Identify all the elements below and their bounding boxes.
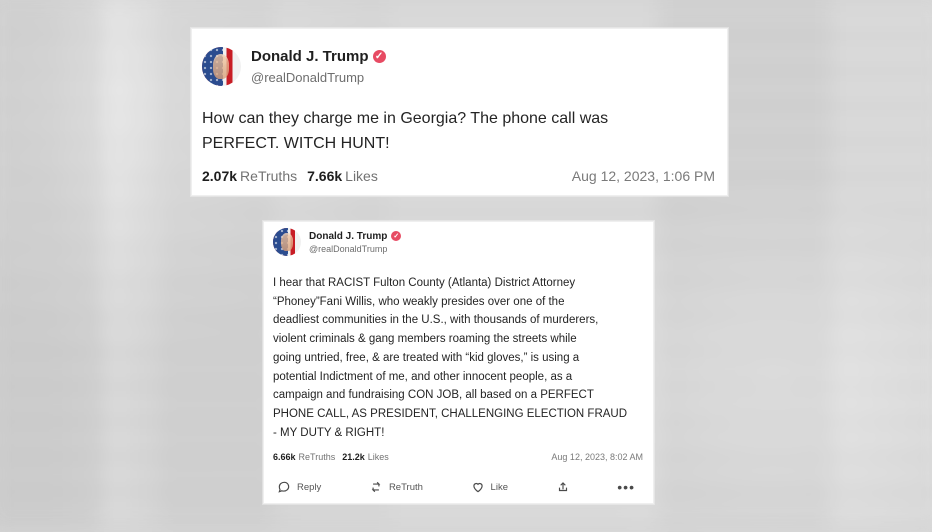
avatar[interactable] — [273, 228, 301, 256]
post-text: I hear that RACIST Fulton County (Atlant… — [273, 277, 628, 439]
post-header: Donald J. Trump ✓ @realDonaldTrump — [202, 47, 715, 86]
reply-label: Reply — [297, 481, 322, 493]
author-name-line: Donald J. Trump ✓ — [251, 48, 386, 65]
post-timestamp[interactable]: Aug 12, 2023, 8:02 AM — [551, 452, 643, 462]
retruths-label: ReTruths — [298, 452, 336, 463]
retruths-stat[interactable]: 2.07k ReTruths — [202, 168, 297, 184]
share-button[interactable] — [556, 480, 570, 494]
author-handle[interactable]: @realDonaldTrump — [251, 70, 386, 85]
retruth-button[interactable]: ReTruth — [369, 480, 423, 494]
post-stats: 2.07k ReTruths 7.66k Likes — [202, 168, 378, 184]
author-name[interactable]: Donald J. Trump — [251, 48, 369, 65]
retruths-count: 6.66k — [273, 452, 296, 463]
retruths-label: ReTruths — [240, 168, 298, 184]
like-button[interactable]: Like — [471, 480, 508, 494]
retruth-label: ReTruth — [388, 481, 423, 493]
post-card-bottom: Donald J. Trump ✓ @realDonaldTrump I hea… — [263, 221, 654, 504]
post-meta-row: 2.07k ReTruths 7.66k Likes Aug 12, 2023,… — [202, 168, 715, 184]
post-timestamp[interactable]: Aug 12, 2023, 1:06 PM — [572, 168, 715, 184]
likes-count: 21.2k — [342, 452, 365, 463]
more-horizontal-icon: ••• — [617, 479, 635, 496]
likes-label: Likes — [345, 168, 378, 184]
author-block: Donald J. Trump ✓ @realDonaldTrump — [251, 48, 386, 85]
post-meta-row: 6.66k ReTruths 21.2k Likes Aug 12, 2023,… — [273, 452, 643, 462]
speech-bubble-icon — [277, 480, 291, 494]
likes-stat[interactable]: 21.2k Likes — [342, 452, 389, 462]
author-name[interactable]: Donald J. Trump — [309, 231, 387, 242]
share-icon — [556, 480, 570, 494]
post-header: Donald J. Trump ✓ @realDonaldTrump — [273, 228, 643, 256]
likes-count: 7.66k — [307, 168, 343, 184]
author-name-line: Donald J. Trump ✓ — [309, 231, 402, 242]
post-text: How can they charge me in Georgia? The p… — [202, 110, 609, 152]
verified-icon: ✓ — [372, 50, 386, 63]
repost-icon — [369, 480, 383, 494]
post-stats: 6.66k ReTruths 21.2k Likes — [273, 452, 389, 462]
retruths-count: 2.07k — [202, 168, 238, 184]
retruths-stat[interactable]: 6.66k ReTruths — [273, 452, 335, 462]
post-card-top: Donald J. Trump ✓ @realDonaldTrump How c… — [191, 28, 728, 196]
more-options-button[interactable]: ••• — [617, 480, 635, 494]
like-label: Like — [490, 481, 508, 493]
avatar[interactable] — [202, 47, 241, 86]
likes-stat[interactable]: 7.66k Likes — [307, 168, 378, 184]
likes-label: Likes — [367, 452, 389, 463]
post-actions: Reply ReTruth Like ••• — [273, 480, 643, 494]
verified-icon: ✓ — [391, 231, 402, 241]
heart-icon — [471, 480, 485, 494]
reply-button[interactable]: Reply — [277, 480, 321, 494]
author-handle[interactable]: @realDonaldTrump — [309, 244, 401, 254]
author-block: Donald J. Trump ✓ @realDonaldTrump — [309, 231, 402, 254]
